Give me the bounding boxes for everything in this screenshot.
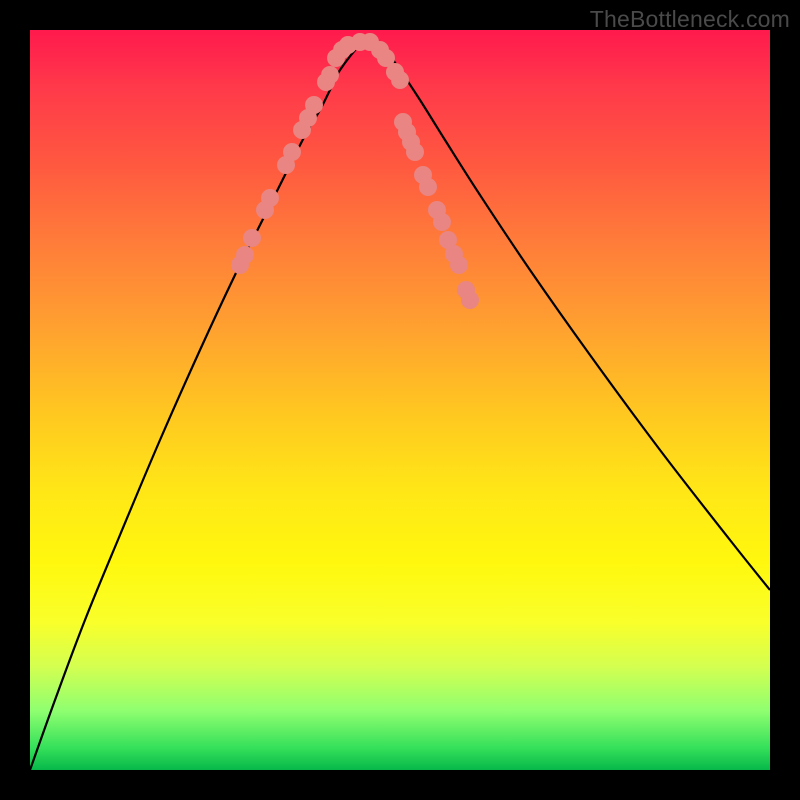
marker-dot	[321, 66, 339, 84]
v-curve-path	[30, 41, 770, 770]
marker-dot	[433, 213, 451, 231]
marker-dot	[261, 189, 279, 207]
chart-container: TheBottleneck.com	[0, 0, 800, 800]
marker-dot	[450, 256, 468, 274]
marker-dot	[305, 96, 323, 114]
marker-dot	[283, 143, 301, 161]
marker-dot	[461, 291, 479, 309]
marker-group	[231, 33, 479, 309]
watermark-text: TheBottleneck.com	[590, 6, 790, 33]
marker-dot	[236, 246, 254, 264]
marker-dot	[243, 229, 261, 247]
marker-dot	[406, 143, 424, 161]
curve-layer	[30, 30, 770, 770]
marker-dot	[391, 71, 409, 89]
marker-dot	[419, 178, 437, 196]
